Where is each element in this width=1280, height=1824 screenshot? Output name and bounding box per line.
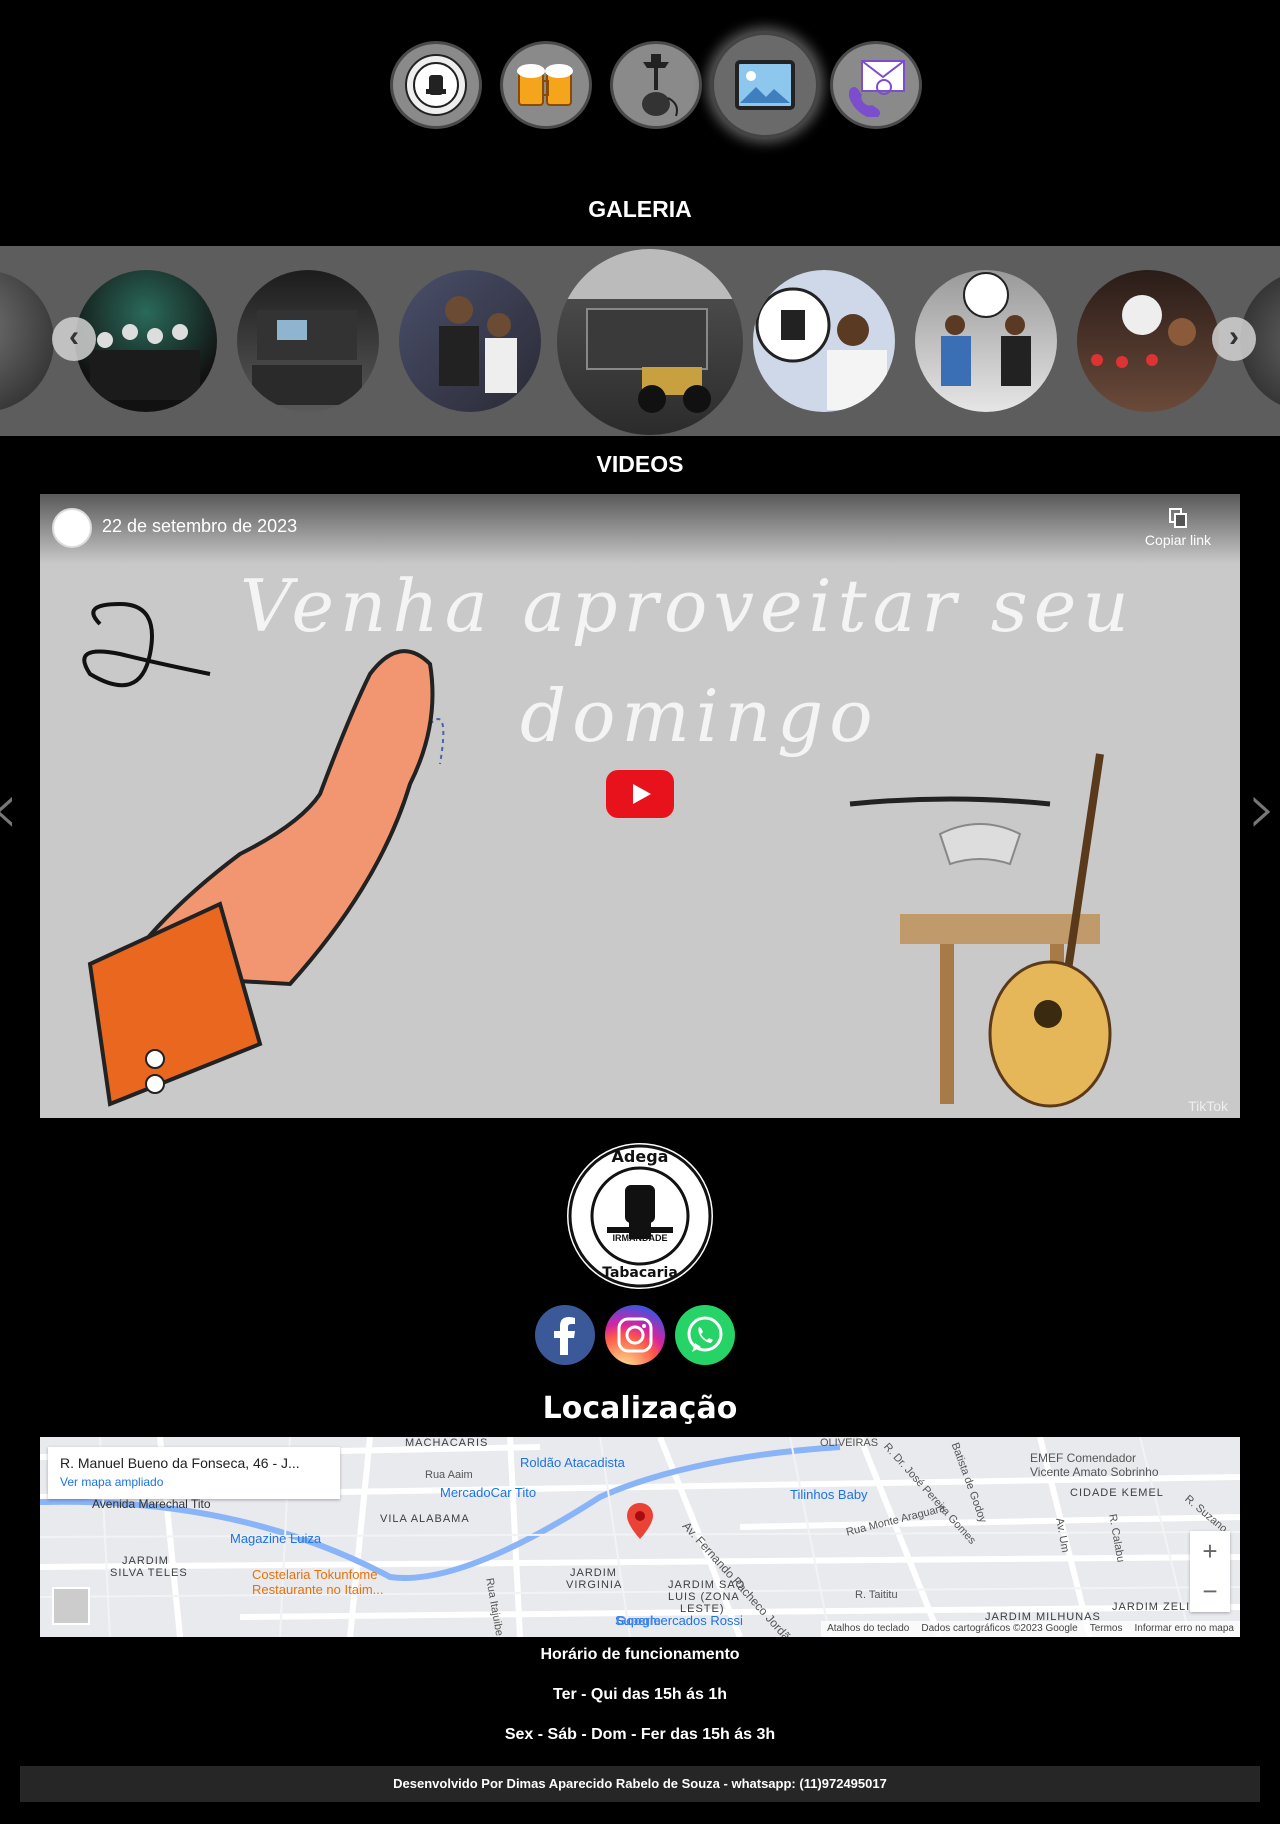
- video-date: 22 de setembro de 2023: [102, 516, 298, 536]
- copy-link-label: Copiar link: [1144, 532, 1212, 548]
- adega-logo: Adega IRMANDADE Tabacaria: [567, 1143, 713, 1289]
- tiktok-watermark: TikTok: [1188, 1098, 1228, 1114]
- map-label: Restaurante no Itaim...: [252, 1582, 384, 1597]
- map-label: R. Taititu: [855, 1589, 898, 1601]
- video-player[interactable]: Venha aproveitar seu domingo 22 de setem…: [40, 494, 1240, 1118]
- map-label: OLIVEIRAS: [820, 1437, 879, 1449]
- facebook-link[interactable]: [535, 1305, 595, 1365]
- map-place-card: R. Manuel Bueno da Fonseca, 46 - J... Ve…: [48, 1447, 340, 1499]
- logo-middle-text: IRMANDADE: [612, 1233, 668, 1243]
- location-pin-icon[interactable]: [627, 1503, 653, 1539]
- map-zoom-controls: + −: [1190, 1531, 1230, 1612]
- map-label: EMEF Comendador: [1030, 1451, 1137, 1465]
- map-address: R. Manuel Bueno da Fonseca, 46 - J...: [60, 1455, 300, 1471]
- nav-gallery-button[interactable]: [710, 31, 820, 139]
- gallery-photo[interactable]: [237, 270, 379, 412]
- videos-title: VIDEOS: [596, 451, 684, 477]
- map-label: Vicente Amato Sobrinho: [1030, 1465, 1159, 1479]
- map-label: CIDADE KEMEL: [1070, 1487, 1164, 1499]
- map-label: Tilinhos Baby: [790, 1487, 868, 1502]
- hours-weekdays: Ter - Qui das 15h ás 1h: [553, 1686, 727, 1703]
- gallery-title: GALERIA: [588, 196, 692, 222]
- facebook-icon: [554, 1317, 575, 1355]
- video-caption-line1: Venha aproveitar seu: [240, 564, 1135, 648]
- map-label: LUIS (ZONA: [668, 1591, 740, 1603]
- top-nav: [0, 31, 1280, 139]
- nav-contact-button[interactable]: [830, 41, 922, 129]
- map-footer: Atalhos do teclado Dados cartográficos ©…: [821, 1621, 1240, 1637]
- whatsapp-link[interactable]: [675, 1305, 735, 1365]
- logo-top-text: Adega: [611, 1147, 669, 1166]
- hookah-icon: [642, 54, 678, 117]
- map-label: Rua Aaim: [425, 1469, 473, 1481]
- map-label: VILA ALABAMA: [380, 1513, 470, 1525]
- developer-credit: Desenvolvido Por Dimas Aparecido Rabelo …: [20, 1766, 1260, 1802]
- map-label: JARDIM ZELIA: [1112, 1601, 1199, 1613]
- map-label: JARDIM: [122, 1555, 169, 1567]
- zoom-out-button[interactable]: −: [1190, 1571, 1230, 1611]
- map-label: Avenida Marechal Tito: [92, 1497, 211, 1511]
- video-caption-line2: domingo: [520, 674, 879, 758]
- gallery-next-button[interactable]: ›: [1212, 317, 1256, 361]
- channel-avatar[interactable]: [52, 508, 92, 548]
- map-label: MercadoCar Tito: [440, 1485, 537, 1500]
- zoom-in-button[interactable]: +: [1190, 1531, 1230, 1571]
- gallery-photo[interactable]: [0, 270, 54, 412]
- report-map-error-link[interactable]: Informar erro no mapa: [1135, 1623, 1235, 1635]
- logo-bottom-text: Tabacaria: [602, 1265, 678, 1281]
- map-label: MACHACARIS: [405, 1437, 489, 1449]
- map-label: Costelaria Tokunfome: [252, 1567, 378, 1582]
- gallery-photo[interactable]: [915, 270, 1057, 412]
- google-map[interactable]: MACHACARIS Roldão Atacadista MercadoCar …: [40, 1437, 1240, 1637]
- instagram-icon: [617, 1317, 653, 1353]
- map-data-credit: Dados cartográficos ©2023 Google: [921, 1623, 1078, 1634]
- nav-adega-logo-button[interactable]: [390, 41, 482, 129]
- adega-logo-icon: [405, 54, 467, 116]
- map-label: SILVA TELES: [110, 1567, 188, 1579]
- terms-link[interactable]: Termos: [1090, 1623, 1123, 1635]
- video-next-arrow[interactable]: ›: [1248, 766, 1277, 850]
- gallery-prev-button[interactable]: ‹: [52, 317, 96, 361]
- gallery-photo[interactable]: [753, 270, 895, 412]
- map-label: Magazine Luiza: [230, 1531, 322, 1546]
- map-label: VIRGINIA: [566, 1579, 623, 1591]
- gallery-carousel: ‹ ›: [0, 246, 1280, 436]
- nav-hookah-button[interactable]: [610, 41, 702, 129]
- beer-mugs-icon: [517, 64, 573, 106]
- map-label: Roldão Atacadista: [520, 1455, 625, 1470]
- view-larger-map-link[interactable]: Ver mapa ampliado: [60, 1475, 328, 1489]
- video-prev-arrow[interactable]: ‹: [0, 766, 19, 850]
- gallery-photo-featured[interactable]: [557, 249, 743, 435]
- copy-icon: [1169, 508, 1187, 528]
- whatsapp-icon: [687, 1316, 723, 1352]
- image-gallery-icon: [735, 60, 795, 110]
- keyboard-shortcuts-link[interactable]: Atalhos do teclado: [827, 1623, 909, 1635]
- location-title: Localização: [542, 1391, 738, 1426]
- hours-title: Horário de funcionamento: [540, 1646, 740, 1663]
- gallery-photo[interactable]: [75, 270, 217, 412]
- copy-link-button[interactable]: Copiar link: [1138, 508, 1218, 548]
- instagram-link[interactable]: [605, 1305, 665, 1365]
- gallery-photo[interactable]: [1077, 270, 1219, 412]
- map-type-toggle[interactable]: [52, 1587, 90, 1625]
- hours-weekend: Sex - Sáb - Dom - Fer das 15h ás 3h: [504, 1726, 776, 1743]
- contact-envelope-icon: [848, 60, 905, 117]
- play-button[interactable]: [606, 770, 674, 818]
- google-watermark: Google: [616, 1613, 661, 1628]
- gallery-photo[interactable]: [399, 270, 541, 412]
- nav-drinks-button[interactable]: [500, 41, 592, 129]
- map-label: JARDIM: [570, 1567, 617, 1579]
